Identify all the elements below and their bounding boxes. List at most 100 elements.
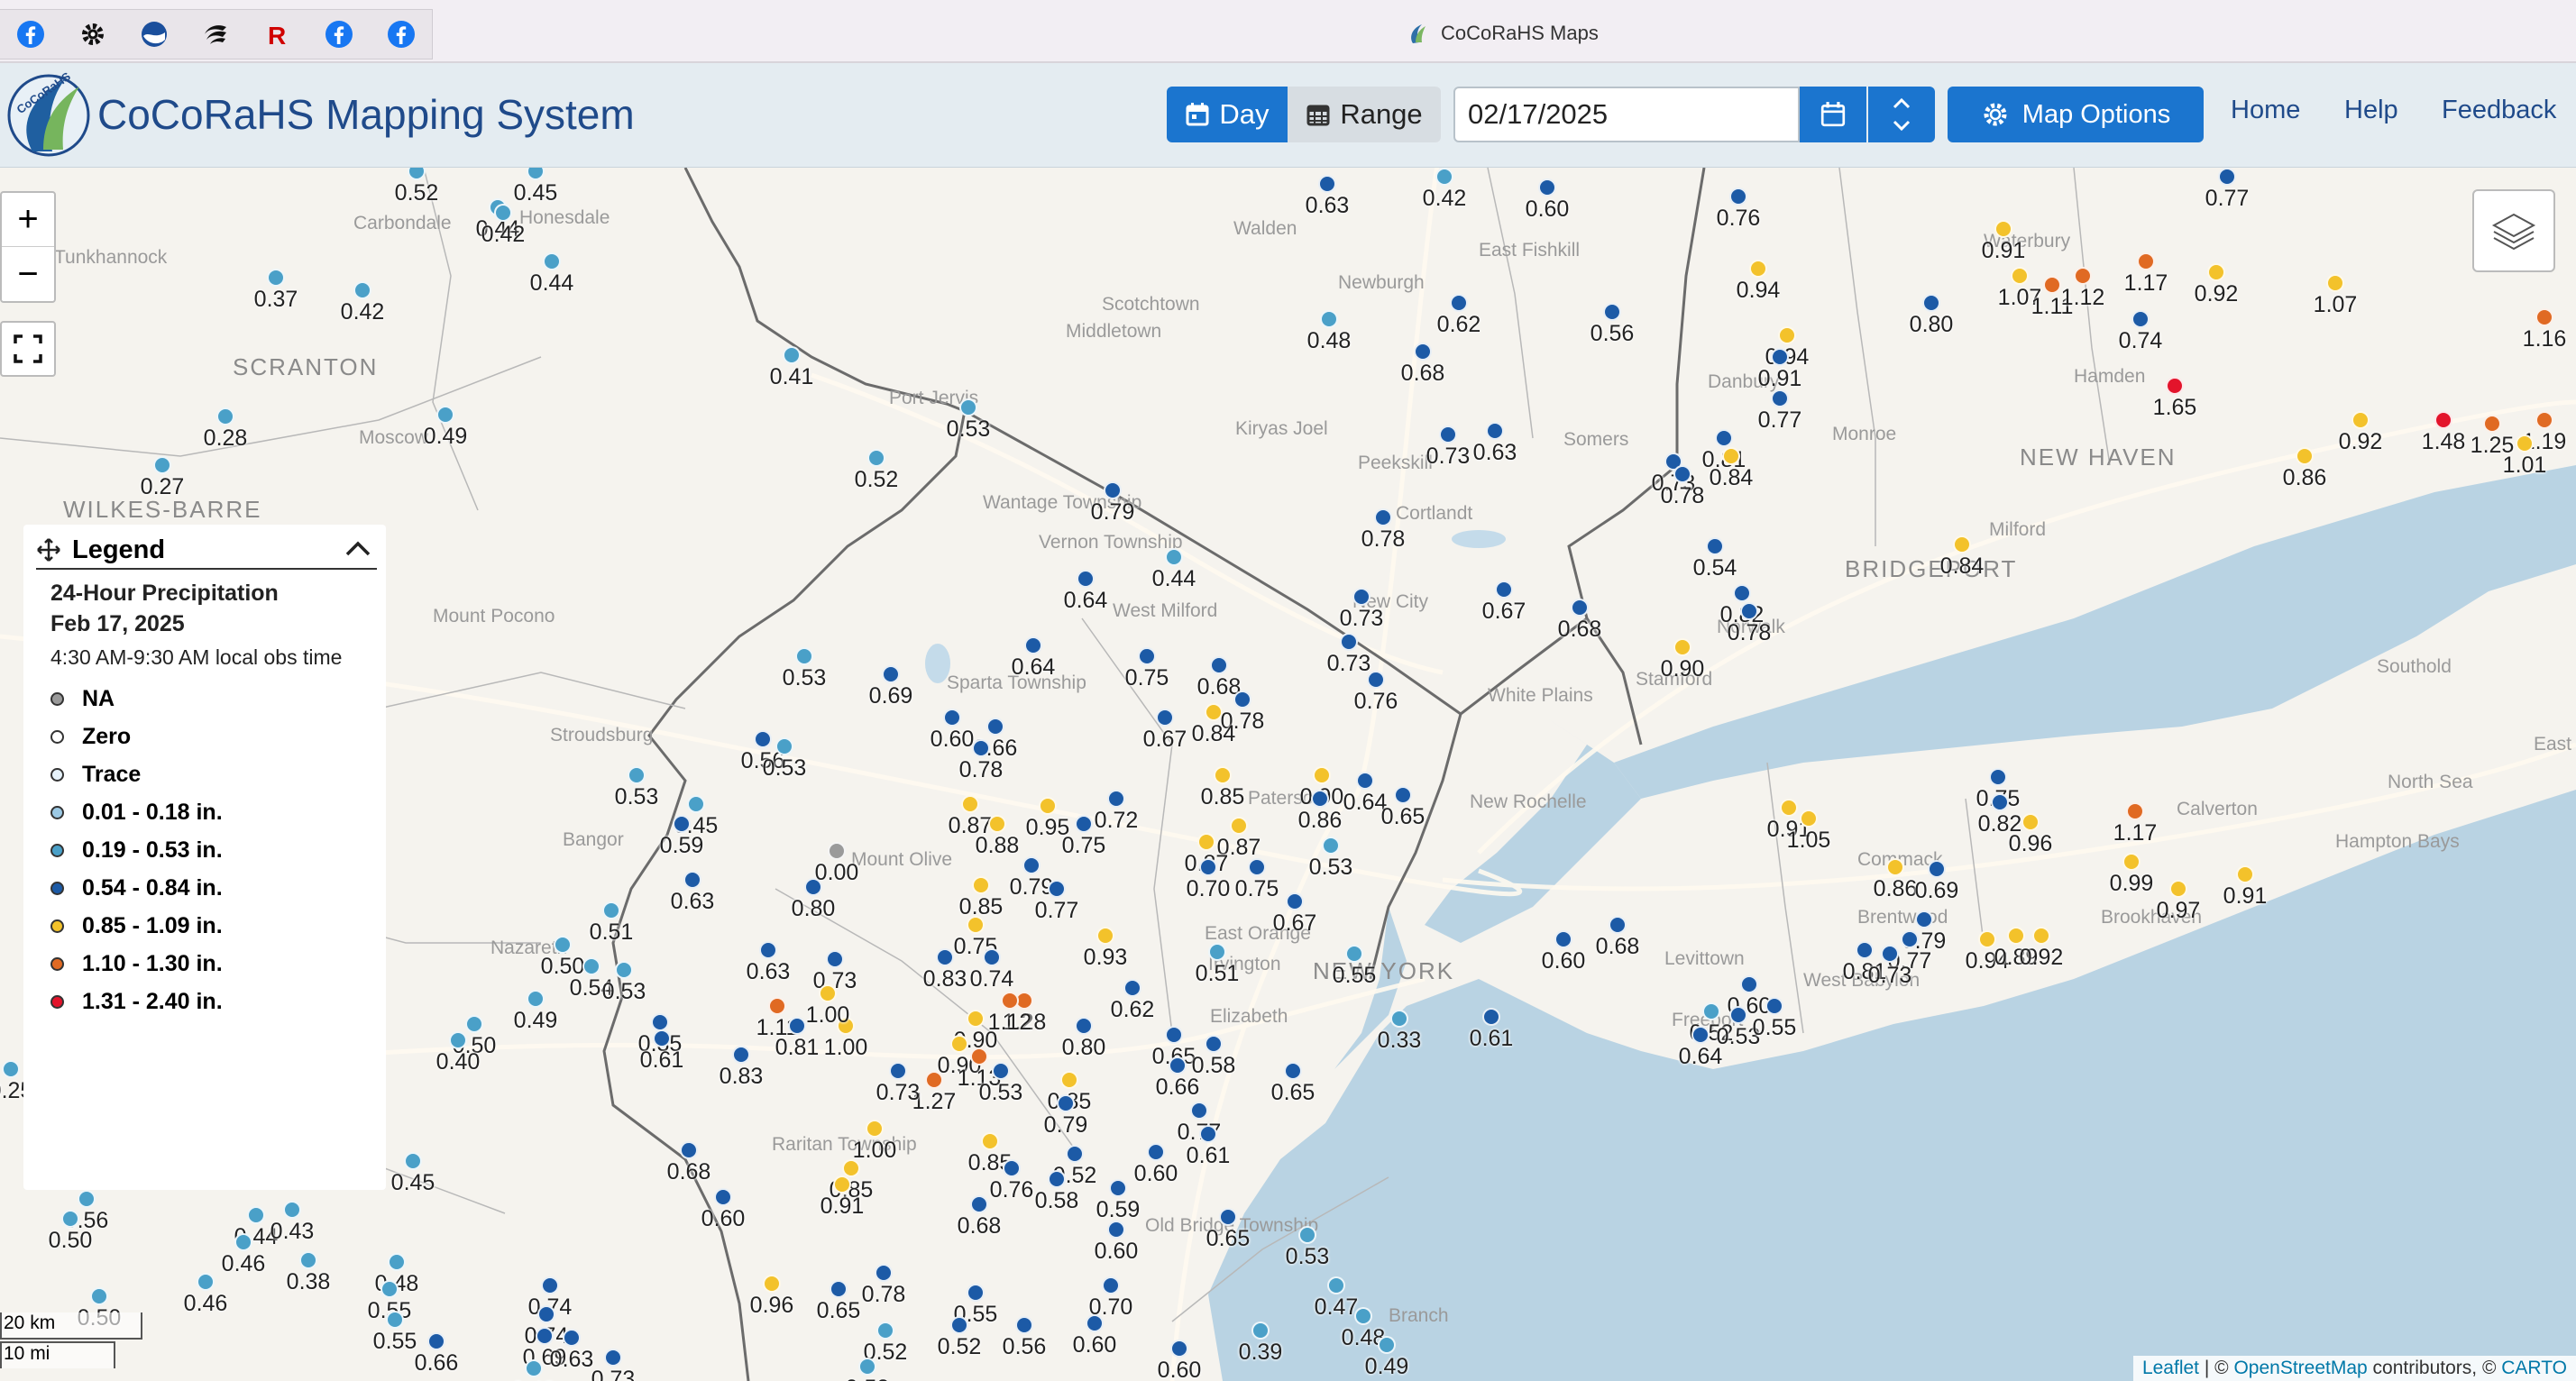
- station-marker[interactable]: [1538, 178, 1556, 197]
- station-marker[interactable]: [1390, 1010, 1408, 1028]
- station-marker[interactable]: [465, 1015, 483, 1033]
- station-marker[interactable]: [582, 957, 600, 975]
- station-marker[interactable]: [1378, 1336, 1396, 1354]
- facebook-icon[interactable]: [371, 9, 432, 59]
- station-marker[interactable]: [788, 1017, 806, 1035]
- station-marker[interactable]: [1104, 481, 1122, 499]
- station-marker[interactable]: [1165, 1026, 1183, 1044]
- station-marker[interactable]: [1284, 1062, 1302, 1080]
- station-marker[interactable]: [1123, 979, 1141, 997]
- station-marker[interactable]: [1702, 1002, 1720, 1020]
- station-marker[interactable]: [541, 1276, 559, 1294]
- station-marker[interactable]: [2535, 411, 2553, 429]
- station-marker[interactable]: [380, 1280, 399, 1298]
- facebook-icon[interactable]: [0, 9, 61, 59]
- openstreetmap-link[interactable]: OpenStreetMap: [2233, 1358, 2367, 1378]
- station-marker[interactable]: [2207, 263, 2225, 281]
- facebook-icon[interactable]: [308, 9, 370, 59]
- station-marker[interactable]: [1039, 797, 1057, 815]
- station-marker[interactable]: [2137, 252, 2155, 270]
- station-marker[interactable]: [1495, 581, 1513, 599]
- station-marker[interactable]: [970, 1047, 988, 1065]
- station-marker[interactable]: [2011, 267, 2029, 285]
- station-marker[interactable]: [1486, 422, 1504, 440]
- station-marker[interactable]: [714, 1188, 732, 1206]
- station-marker[interactable]: [988, 815, 1006, 833]
- station-marker[interactable]: [1169, 1056, 1187, 1075]
- station-marker[interactable]: [1340, 633, 1358, 651]
- r-letter-icon[interactable]: R: [247, 9, 308, 59]
- station-marker[interactable]: [1482, 1008, 1500, 1026]
- station-marker[interactable]: [1320, 310, 1338, 328]
- station-marker[interactable]: [833, 1175, 851, 1194]
- station-marker[interactable]: [2483, 415, 2501, 433]
- station-marker[interactable]: [961, 795, 979, 813]
- station-marker[interactable]: [759, 941, 777, 959]
- station-marker[interactable]: [1219, 1208, 1237, 1226]
- station-marker[interactable]: [967, 916, 985, 934]
- station-marker[interactable]: [1205, 1035, 1223, 1053]
- station-marker[interactable]: [1022, 856, 1040, 874]
- gear-icon[interactable]: [61, 9, 123, 59]
- station-marker[interactable]: [826, 950, 844, 968]
- station-marker[interactable]: [2043, 276, 2061, 294]
- station-marker[interactable]: [754, 730, 772, 748]
- station-marker[interactable]: [889, 1062, 907, 1080]
- station-marker[interactable]: [1901, 930, 1919, 948]
- station-marker[interactable]: [436, 406, 454, 424]
- station-marker[interactable]: [1356, 772, 1374, 790]
- station-marker[interactable]: [1729, 187, 1747, 206]
- station-marker[interactable]: [936, 948, 954, 966]
- station-marker[interactable]: [1077, 570, 1095, 588]
- station-marker[interactable]: [972, 876, 990, 894]
- station-marker[interactable]: [1733, 584, 1751, 602]
- station-marker[interactable]: [61, 1210, 79, 1228]
- station-marker[interactable]: [1251, 1322, 1270, 1340]
- station-marker[interactable]: [683, 871, 701, 889]
- station-marker[interactable]: [992, 1062, 1010, 1080]
- map-options-button[interactable]: Map Options: [1948, 87, 2204, 142]
- station-marker[interactable]: [1210, 656, 1228, 674]
- station-marker[interactable]: [1780, 799, 1798, 817]
- station-marker[interactable]: [1367, 671, 1385, 689]
- station-marker[interactable]: [1691, 1026, 1710, 1044]
- station-marker[interactable]: [1354, 1307, 1372, 1325]
- station-marker[interactable]: [1771, 348, 1789, 366]
- station-marker[interactable]: [404, 1152, 422, 1170]
- station-marker[interactable]: [2516, 434, 2534, 453]
- station-marker[interactable]: [527, 990, 545, 1008]
- station-marker[interactable]: [1722, 447, 1740, 465]
- station-marker[interactable]: [967, 1284, 985, 1302]
- station-marker[interactable]: [1230, 817, 1248, 835]
- station-marker[interactable]: [1313, 766, 1331, 784]
- zoom-in-button[interactable]: +: [2, 193, 54, 247]
- station-marker[interactable]: [1673, 465, 1691, 483]
- station-marker[interactable]: [1318, 175, 1336, 193]
- station-marker[interactable]: [628, 766, 646, 784]
- station-marker[interactable]: [216, 407, 234, 425]
- station-marker[interactable]: [1915, 910, 1933, 928]
- station-marker[interactable]: [1374, 508, 1392, 526]
- station-marker[interactable]: [858, 1358, 876, 1376]
- station-marker[interactable]: [1928, 860, 1946, 878]
- station-marker[interactable]: [1190, 1102, 1208, 1120]
- station-marker[interactable]: [1603, 303, 1621, 321]
- station-marker[interactable]: [1102, 1276, 1120, 1294]
- station-marker[interactable]: [882, 665, 900, 683]
- station-marker[interactable]: [1994, 220, 2012, 238]
- station-marker[interactable]: [2169, 880, 2187, 898]
- station-marker[interactable]: [867, 449, 885, 467]
- station-marker[interactable]: [1953, 535, 1971, 553]
- station-marker[interactable]: [2032, 927, 2050, 945]
- station-marker[interactable]: [1205, 703, 1223, 721]
- station-marker[interactable]: [1003, 1159, 1021, 1177]
- station-marker[interactable]: [153, 456, 171, 474]
- station-marker[interactable]: [1138, 647, 1156, 665]
- station-marker[interactable]: [1414, 343, 1432, 361]
- day-mode-button[interactable]: Day: [1167, 87, 1288, 142]
- station-marker[interactable]: [875, 1264, 893, 1282]
- station-marker[interactable]: [2351, 411, 2370, 429]
- leaflet-link[interactable]: Leaflet: [2142, 1358, 2199, 1378]
- station-marker[interactable]: [981, 1132, 999, 1150]
- station-marker[interactable]: [1199, 1125, 1217, 1143]
